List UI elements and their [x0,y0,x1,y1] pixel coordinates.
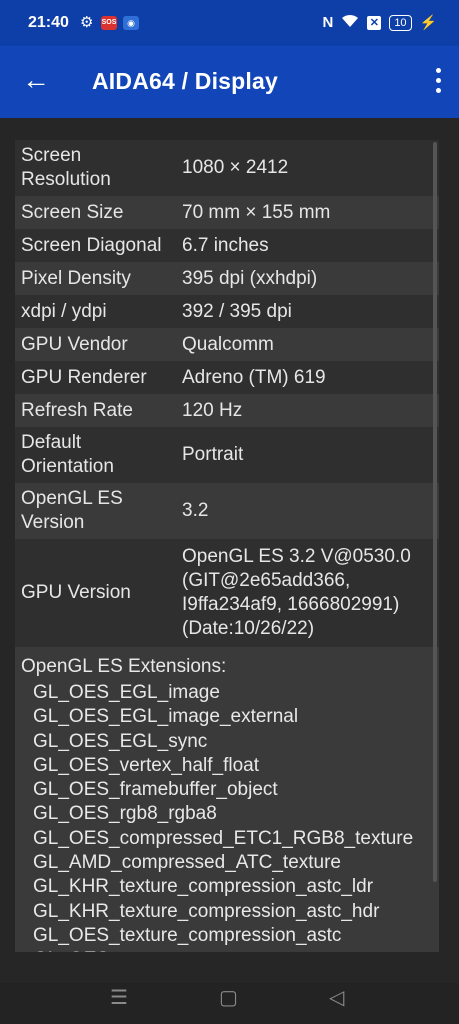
row-label: xdpi / ydpi [21,300,107,322]
row-label: Screen Resolution [21,145,111,190]
wifi-icon [341,14,359,31]
row-label: GPU Version [21,582,131,603]
charging-icon: ⚡ [419,14,437,30]
row-label: Default Orientation [21,432,114,477]
list-item: GL_AMD_compressed_ATC_texture [33,852,341,874]
table-row: Screen Size 70 mm × 155 mm [15,196,439,229]
row-value: 6.7 inches [182,234,269,256]
back-icon[interactable]: ◁ [329,985,344,1010]
list-item: GL_OES_EGL_image [33,682,220,703]
recent-apps-icon[interactable]: ☰ [110,985,128,1010]
list-item: GL_OES_rgb8_rgba8 [33,803,217,825]
app-bar: ← AIDA64 / Display [0,46,459,118]
list-item: GL_KHR_texture_compression_astc_ldr [33,876,374,898]
table-row: OpenGL ES Version 3.2 [15,483,439,539]
table-row: Screen Diagonal 6.7 inches [15,229,439,262]
table-row: GPU Vendor Qualcomm [15,328,439,361]
table-row: Screen Resolution 1080 × 2412 [15,140,439,196]
list-item: GL_OES_vertex_half_float [33,754,260,776]
back-arrow-icon[interactable]: ← [22,66,50,94]
status-right-icons: N ✕ 10 ⚡ [322,14,437,31]
row-value: 395 dpi (xxhdpi) [182,267,318,289]
row-value: 120 Hz [182,399,243,421]
row-label: GPU Vendor [21,333,128,355]
row-label: Refresh Rate [21,399,133,421]
table-row: Pixel Density 395 dpi (xxhdpi) [15,262,439,295]
scrollbar[interactable] [433,142,437,882]
gear-icon: ⚙ [80,14,94,31]
row-value: 392 / 395 dpi [182,300,292,322]
info-table: Screen Resolution 1080 × 2412 Screen Size 7… [15,140,439,952]
nfc-icon: N [322,14,334,31]
content-area[interactable]: Screen Resolution 1080 × 2412 Screen Size 7… [0,118,459,983]
row-label: Screen Diagonal [21,234,162,256]
list-item: GL_OES_framebuffer_object [33,779,278,801]
no-sim-icon: ✕ [367,15,382,30]
navigation-bar: ☰ ▢ ◁ [0,983,459,1024]
extensions-title: OpenGL ES Extensions: [21,656,227,677]
row-value: Adreno (TM) 619 [182,366,326,388]
status-time: 21:40 [28,14,69,31]
list-item: GL_OES_texture_compression_astc [33,924,342,946]
row-value: Qualcomm [182,333,274,355]
table-row: xdpi / ydpi 392 / 395 dpi [15,295,439,328]
table-row: GPU Renderer Adreno (TM) 619 [15,361,439,394]
list-item: GL_OES_compressed_ETC1_RGB8_texture [33,827,414,849]
table-row: Default Orientation Portrait [15,427,439,483]
battery-icon: 10 [389,14,412,31]
row-label: GPU Renderer [21,366,147,388]
table-row: Refresh Rate 120 Hz [15,394,439,427]
sos-icon: SOS [101,16,117,30]
row-value: Portrait [182,444,244,465]
row-value: 3.2 [182,500,209,521]
list-item: GL_OES_EGL_sync [33,730,208,752]
status-bar: 21:40 ⚙ SOS ◉ N ✕ 10 ⚡ [0,0,459,46]
cast-icon: ◉ [123,16,139,30]
overflow-menu-icon[interactable] [436,68,441,93]
row-label: Pixel Density [21,267,131,289]
home-icon[interactable]: ▢ [219,985,238,1010]
row-value: 1080 × 2412 [182,157,289,178]
row-value: OpenGL ES 3.2 V@0530.0 (GIT@2e65add366, … [182,546,411,639]
row-label: OpenGL ES Version [21,488,123,533]
table-row: GPU Version OpenGL ES 3.2 V@0530.0 (GIT@2… [15,539,439,647]
extensions-block: OpenGL ES Extensions: GL_OES_EGL_image GL… [15,647,439,952]
page-title: AIDA64 / Display [92,68,278,94]
list-item: GL_OES_texture_npot [21,948,433,952]
row-label: Screen Size [21,201,124,223]
row-value: 70 mm × 155 mm [182,201,331,223]
list-item: GL_OES_EGL_image_external [33,706,299,728]
list-item: GL_KHR_texture_compression_astc_hdr [33,900,380,922]
